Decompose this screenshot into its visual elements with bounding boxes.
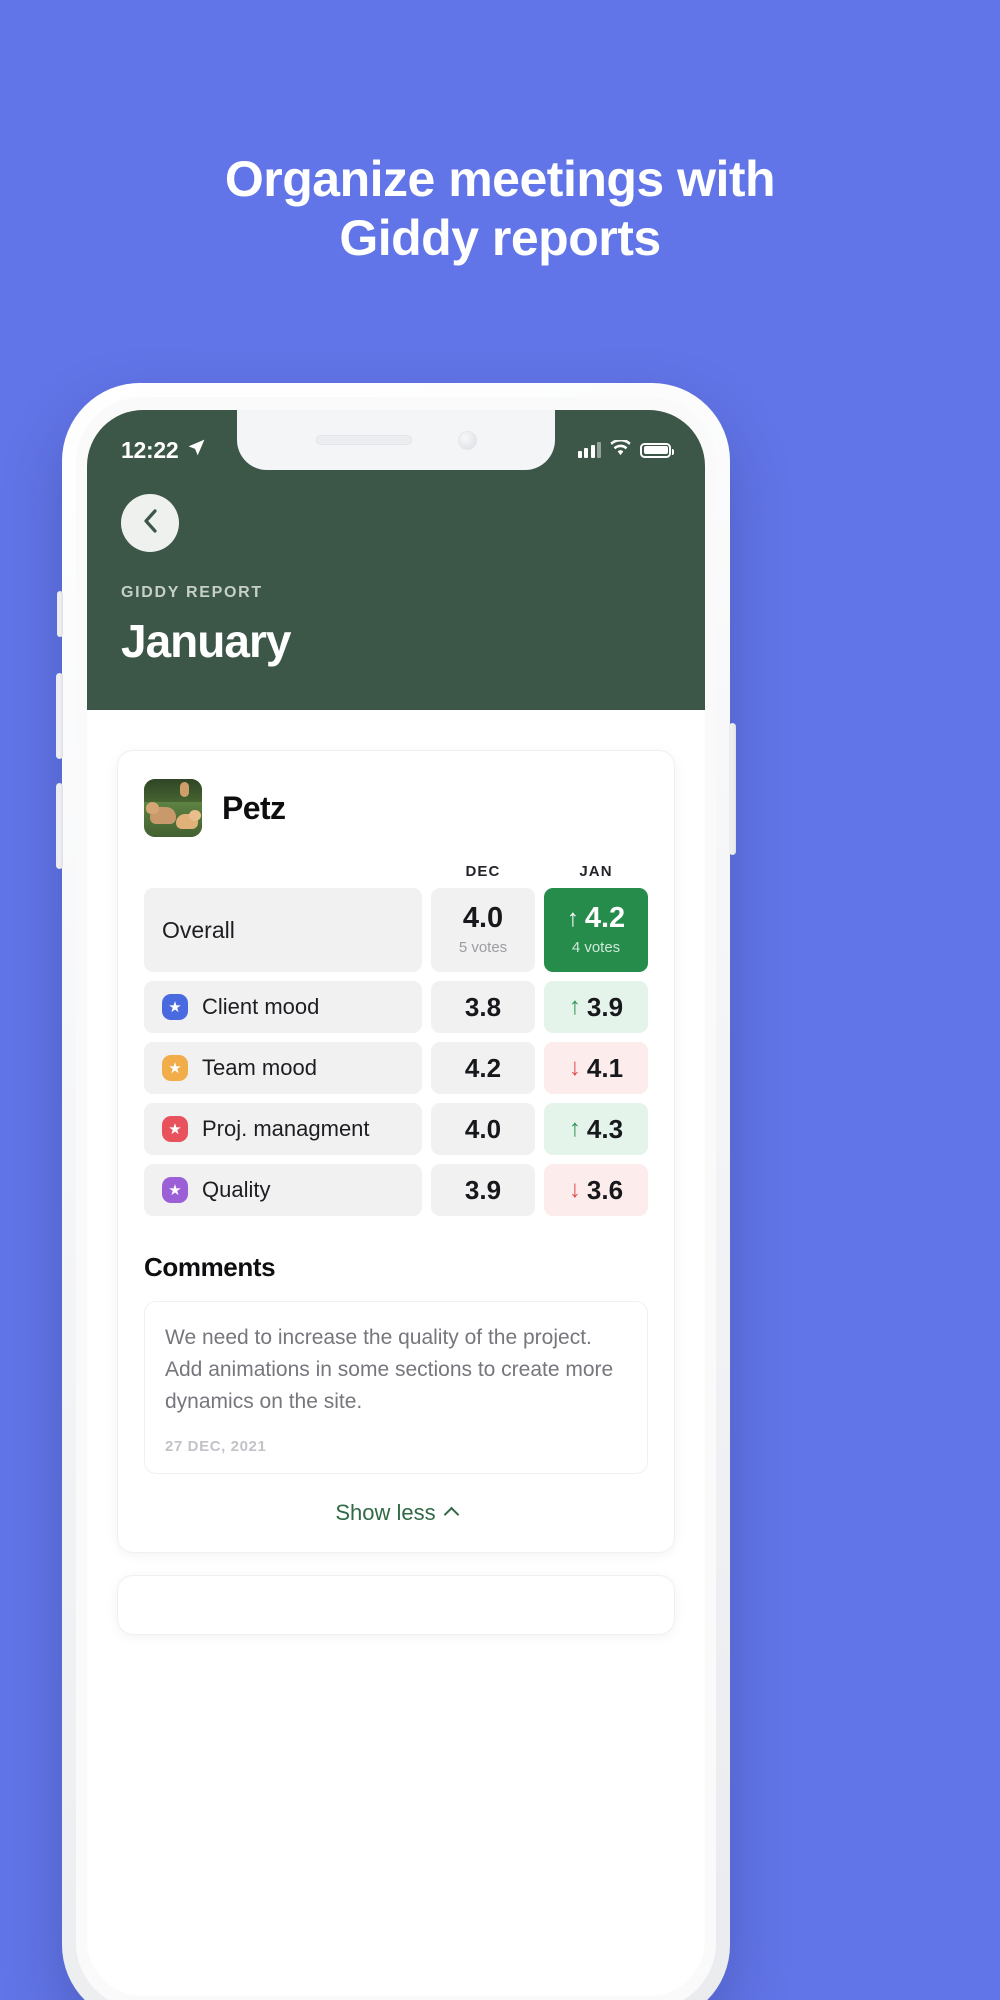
- promo-headline-line-1: Organize meetings with: [224, 151, 776, 207]
- cell-value: 3.9: [586, 992, 624, 1022]
- chevron-left-icon: [142, 508, 159, 539]
- table-row[interactable]: ★ Client mood 3.8 ↑ 3.9: [144, 981, 648, 1033]
- cell-jan: ↑ 4.3: [544, 1103, 648, 1155]
- cellular-signal-icon: [577, 442, 601, 458]
- location-arrow-icon: [187, 438, 206, 462]
- status-bar-time: 12:22: [121, 436, 179, 463]
- column-header-dec: DEC: [465, 863, 501, 880]
- trend-up-arrow-icon: ↑: [568, 993, 581, 1020]
- row-label-text: Overall: [162, 916, 235, 943]
- promo-headline: Organize meetings with Giddy reports: [0, 150, 1000, 268]
- project-name: Petz: [222, 789, 286, 826]
- report-content: Petz DEC JAN Overall 4.0 5 votes ↑ 4.2 4…: [87, 710, 705, 1635]
- column-header-jan: JAN: [579, 863, 613, 880]
- show-less-button[interactable]: Show less: [144, 1500, 648, 1526]
- star-icon: ★: [162, 994, 188, 1020]
- table-row[interactable]: Overall 4.0 5 votes ↑ 4.2 4 votes: [144, 888, 648, 972]
- cell-value: 3.6: [586, 1175, 624, 1205]
- next-report-card[interactable]: [117, 1574, 675, 1635]
- cell-subtext: 5 votes: [458, 939, 508, 956]
- cell-jan: ↑ 4.2 4 votes: [544, 888, 648, 972]
- avatar: [144, 779, 202, 837]
- header-kicker: GIDDY REPORT: [121, 584, 263, 601]
- row-label-text: Team mood: [202, 1055, 317, 1080]
- back-button[interactable]: [121, 494, 179, 552]
- page-title: January: [121, 615, 291, 667]
- phone-device-frame: 12:22 GIDDY REPORT January Petz DEC JAN …: [56, 383, 736, 2000]
- cell-dec: 4.0: [431, 1103, 535, 1155]
- star-icon: ★: [162, 1055, 188, 1081]
- row-label-text: Proj. managment: [202, 1116, 370, 1141]
- table-header-row: DEC JAN: [144, 863, 648, 880]
- card-header: Petz: [144, 779, 648, 837]
- cell-dec: 4.2: [431, 1042, 535, 1094]
- silent-switch[interactable]: [57, 591, 63, 637]
- cell-jan: ↓ 4.1: [544, 1042, 648, 1094]
- front-camera-icon: [457, 430, 477, 450]
- cell-value: 4.1: [586, 1053, 624, 1083]
- cell-value: 4.2: [584, 902, 626, 934]
- row-label-text: Client mood: [202, 994, 320, 1019]
- trend-down-arrow-icon: ↓: [568, 1176, 581, 1203]
- cell-jan: ↑ 3.9: [544, 981, 648, 1033]
- star-icon: ★: [162, 1177, 188, 1203]
- cell-value: 3.8: [464, 992, 502, 1022]
- cell-value: 4.3: [586, 1114, 624, 1144]
- battery-full-icon: [640, 442, 674, 458]
- cell-dec: 4.0 5 votes: [431, 888, 535, 972]
- cell-value: 4.0: [462, 902, 504, 934]
- cell-jan: ↓ 3.6: [544, 1164, 648, 1216]
- phone-notch: [237, 410, 555, 470]
- cell-subtext: 4 votes: [571, 939, 621, 956]
- phone-screen: 12:22 GIDDY REPORT January Petz DEC JAN …: [87, 410, 705, 1996]
- table-row[interactable]: ★ Team mood 4.2 ↓ 4.1: [144, 1042, 648, 1094]
- row-label: ★ Proj. managment: [144, 1103, 422, 1155]
- power-button[interactable]: [729, 723, 736, 855]
- cell-value: 4.2: [464, 1053, 502, 1083]
- cell-dec: 3.9: [431, 1164, 535, 1216]
- trend-down-arrow-icon: ↓: [568, 1054, 581, 1081]
- table-row[interactable]: ★ Proj. managment 4.0 ↑ 4.3: [144, 1103, 648, 1155]
- comments-heading: Comments: [144, 1252, 276, 1282]
- trend-up-arrow-icon: ↑: [568, 1115, 581, 1142]
- cell-dec: 3.8: [431, 981, 535, 1033]
- trend-up-arrow-icon: ↑: [566, 904, 579, 932]
- row-label-text: Quality: [202, 1177, 271, 1202]
- comment-date: 27 DEC, 2021: [165, 1437, 267, 1455]
- volume-up-button[interactable]: [56, 673, 63, 759]
- project-report-card: Petz DEC JAN Overall 4.0 5 votes ↑ 4.2 4…: [117, 750, 675, 1553]
- row-label: Overall: [144, 888, 422, 972]
- wifi-icon: [610, 438, 631, 461]
- row-label: ★ Client mood: [144, 981, 422, 1033]
- table-row[interactable]: ★ Quality 3.9 ↓ 3.6: [144, 1164, 648, 1216]
- promo-headline-line-2: Giddy reports: [339, 210, 661, 266]
- phone-bezel: 12:22 GIDDY REPORT January Petz DEC JAN …: [76, 397, 716, 2000]
- row-label: ★ Quality: [144, 1164, 422, 1216]
- volume-down-button[interactable]: [56, 783, 63, 869]
- comment-item: We need to increase the quality of the p…: [144, 1301, 648, 1474]
- chevron-up-icon: [443, 1506, 459, 1523]
- star-icon: ★: [162, 1116, 188, 1142]
- ratings-table: DEC JAN Overall 4.0 5 votes ↑ 4.2 4 vote…: [144, 863, 648, 1216]
- show-less-label: Show less: [335, 1499, 436, 1525]
- cell-value: 3.9: [464, 1175, 502, 1205]
- comment-text: We need to increase the quality of the p…: [165, 1326, 614, 1413]
- earpiece-speaker-icon: [315, 435, 412, 445]
- cell-value: 4.0: [464, 1114, 502, 1144]
- row-label: ★ Team mood: [144, 1042, 422, 1094]
